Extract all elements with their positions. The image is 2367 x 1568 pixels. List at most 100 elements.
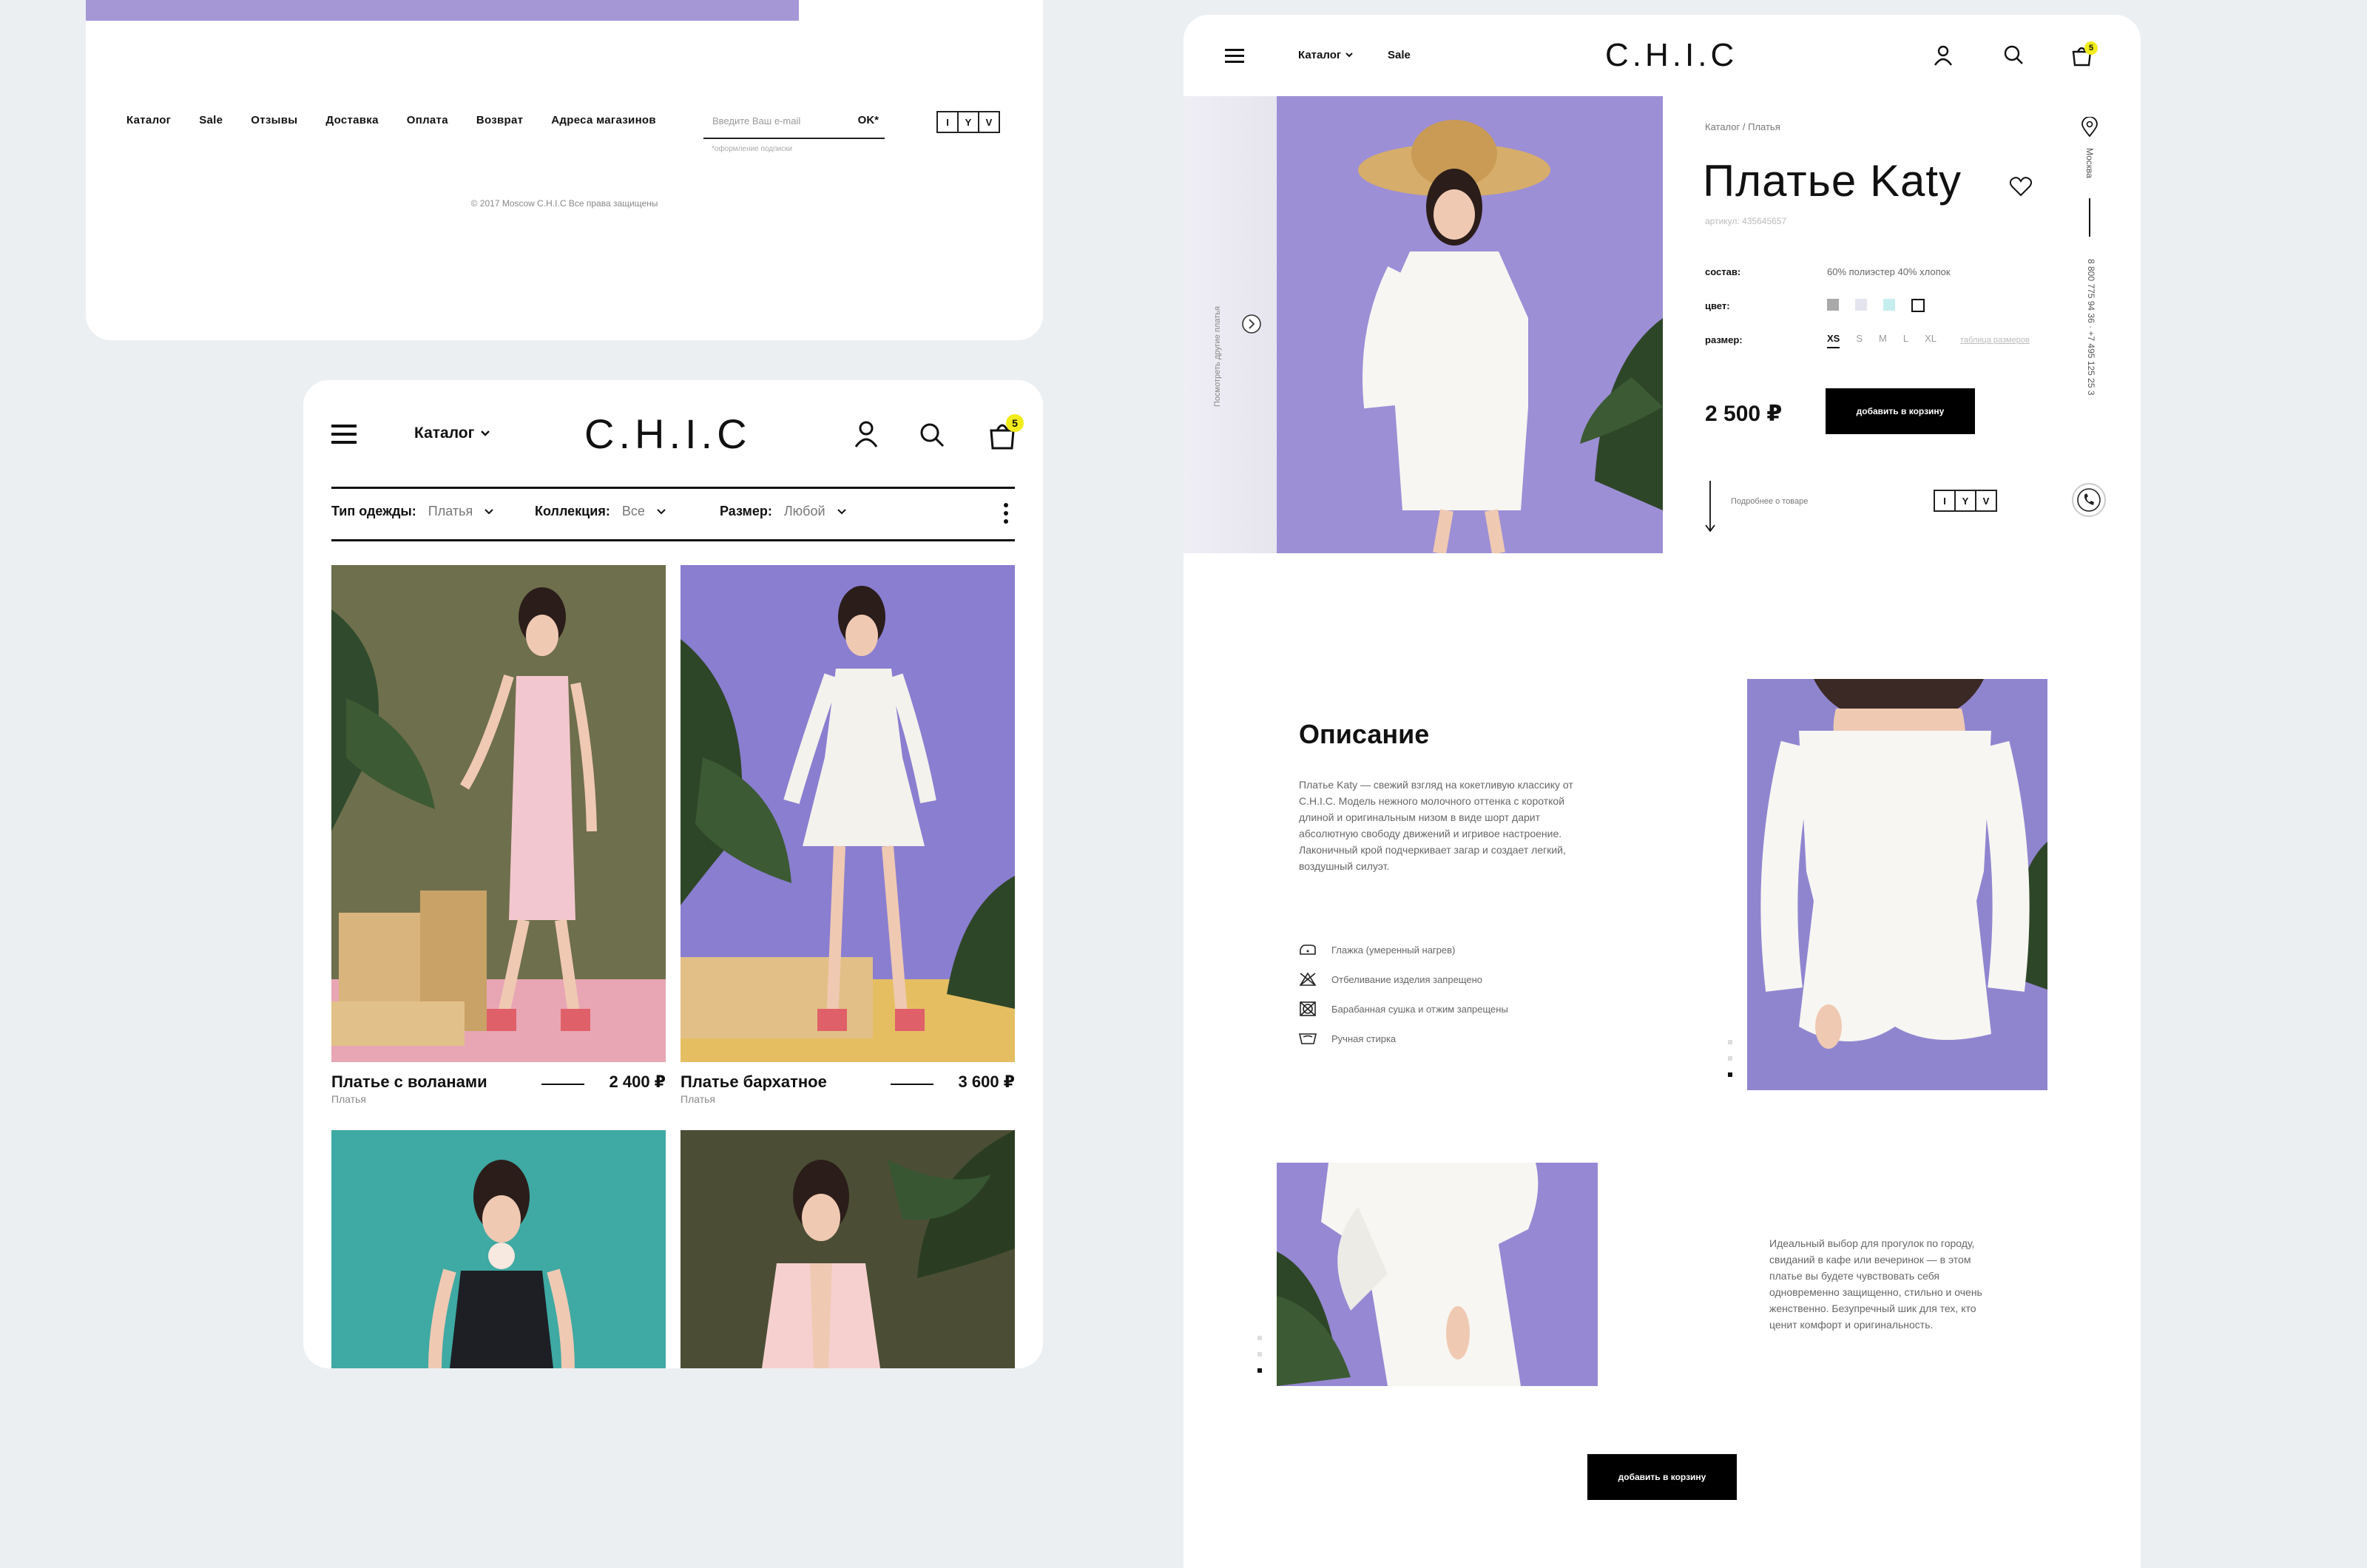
product-image[interactable] xyxy=(331,1130,666,1368)
composition-value: 60% полиэстер 40% хлопок xyxy=(1827,266,1951,277)
catalog-dropdown[interactable]: Каталог xyxy=(1298,49,1353,61)
carousel-dot[interactable] xyxy=(1728,1056,1732,1061)
size-options: XS S M L XL xyxy=(1827,333,1937,348)
iron-icon xyxy=(1299,944,1317,956)
carousel-dot[interactable] xyxy=(1257,1352,1262,1356)
carousel-dot-active[interactable] xyxy=(1257,1368,1262,1373)
logo[interactable]: C.H.I.C xyxy=(584,410,752,458)
product-page-card: Каталог Sale C.H.I.C 5 Посмотреть другие… xyxy=(1184,15,2141,1568)
footer-nav-catalog[interactable]: Каталог xyxy=(126,114,171,126)
lang-option[interactable]: I xyxy=(938,112,959,132)
logo[interactable]: C.H.I.C xyxy=(1605,37,1738,74)
hamburger-menu-icon[interactable] xyxy=(1225,49,1244,64)
favorite-heart-icon[interactable] xyxy=(2009,176,2033,197)
phone-call-icon[interactable] xyxy=(2071,482,2107,518)
phone-numbers[interactable]: 8 800 775 94 36 · +7 495 125 25 3 xyxy=(2086,259,2096,396)
product-price: 3 600 ₽ xyxy=(958,1072,1015,1091)
rail-divider xyxy=(2089,198,2090,237)
nav-sale[interactable]: Sale xyxy=(1388,49,1411,61)
product-photo-illustration xyxy=(762,1130,1015,1368)
search-icon[interactable] xyxy=(2003,44,2024,65)
language-switcher[interactable]: I Y V xyxy=(1934,490,1997,512)
detail-image[interactable] xyxy=(1747,679,2047,1090)
product-title: Платье Katy xyxy=(1703,156,1962,206)
more-options-icon[interactable] xyxy=(1003,502,1009,524)
size-table-link[interactable]: таблица размеров xyxy=(1960,336,2030,345)
filter-size[interactable]: Размер: Любой xyxy=(720,504,846,519)
carousel-dots xyxy=(1257,1336,1262,1373)
color-swatch[interactable] xyxy=(1911,299,1925,312)
size-option[interactable]: S xyxy=(1856,333,1863,348)
more-info-link[interactable]: Подробнее о товаре xyxy=(1731,497,1808,506)
lang-option[interactable]: Y xyxy=(959,112,979,132)
product-photo-illustration xyxy=(1760,679,2047,1049)
product-photo-illustration xyxy=(428,1160,575,1368)
color-swatch[interactable] xyxy=(1883,299,1895,311)
bottom-add-to-cart-button[interactable]: добавить в корзину xyxy=(1587,1454,1737,1500)
lang-option[interactable]: Y xyxy=(1956,491,1976,510)
filter-collection[interactable]: Коллекция: Все xyxy=(535,504,666,519)
footer-nav: Каталог Sale Отзывы Доставка Оплата Возв… xyxy=(126,114,656,126)
filter-label: Размер: xyxy=(720,504,772,518)
footer-nav-delivery[interactable]: Доставка xyxy=(325,114,378,126)
hand-wash-icon xyxy=(1299,1032,1317,1045)
description-text: Платье Katy — свежий взгляд на кокетливу… xyxy=(1299,779,1573,872)
care-text: Отбеливание изделия запрещено xyxy=(1331,973,1482,985)
city-label[interactable]: Москва xyxy=(2084,148,2095,178)
lang-option[interactable]: V xyxy=(1976,491,1996,510)
carousel-dot[interactable] xyxy=(1257,1336,1262,1340)
user-icon[interactable] xyxy=(854,420,879,448)
filter-label: Тип одежды: xyxy=(331,504,416,518)
nav-catalog: Каталог xyxy=(1298,49,1342,61)
footer-nav-reviews[interactable]: Отзывы xyxy=(251,114,297,126)
footer-nav-return[interactable]: Возврат xyxy=(476,114,523,126)
carousel-dots xyxy=(1728,1040,1732,1077)
catalog-dropdown[interactable]: Каталог xyxy=(414,425,490,442)
chevron-down-icon xyxy=(657,508,666,515)
color-swatch[interactable] xyxy=(1827,299,1839,311)
language-switcher[interactable]: I Y V xyxy=(936,111,1000,133)
circle-arrow-right-icon[interactable] xyxy=(1241,314,1262,334)
hamburger-menu-icon[interactable] xyxy=(331,425,357,444)
carousel-dot[interactable] xyxy=(1728,1040,1732,1044)
description-title: Описание xyxy=(1299,719,1430,749)
gallery-prev-strip[interactable]: Посмотреть другие платья xyxy=(1184,96,1277,553)
footer-nav-stores[interactable]: Адреса магазинов xyxy=(551,114,656,126)
care-text: Ручная стирка xyxy=(1331,1033,1397,1044)
location-pin-icon[interactable] xyxy=(2081,117,2098,138)
footer-nav-sale[interactable]: Sale xyxy=(199,114,223,126)
size-option[interactable]: M xyxy=(1879,333,1887,348)
filter-clothing-type[interactable]: Тип одежды: Платья xyxy=(331,504,493,519)
product-image[interactable] xyxy=(681,1130,1015,1368)
product-name[interactable]: Платье с воланами xyxy=(331,1072,487,1092)
filter-value: Любой xyxy=(783,504,825,518)
price-divider xyxy=(891,1084,933,1085)
lang-option[interactable]: V xyxy=(979,112,999,132)
footer-nav-payment[interactable]: Оплата xyxy=(407,114,448,126)
product-image[interactable] xyxy=(681,565,1015,1062)
no-tumble-dry-icon xyxy=(1299,1001,1317,1017)
carousel-dot-active[interactable] xyxy=(1728,1072,1732,1077)
email-placeholder: Введите Ваш e-mail xyxy=(712,115,801,126)
composition-label: состав: xyxy=(1705,266,1741,277)
detail-image[interactable] xyxy=(1277,1163,1598,1386)
product-image[interactable] xyxy=(331,565,666,1062)
product-name[interactable]: Платье бархатное xyxy=(681,1072,827,1092)
arrow-down-long-icon[interactable] xyxy=(1704,481,1716,534)
lang-option[interactable]: I xyxy=(1935,491,1956,510)
email-field[interactable]: Введите Ваш e-mail OK* xyxy=(703,111,885,139)
search-icon[interactable] xyxy=(919,422,945,448)
care-item: Барабанная сушка и отжим запрещены xyxy=(1299,994,1508,1024)
user-icon[interactable] xyxy=(1934,44,1953,67)
breadcrumb[interactable]: Каталог / Платья xyxy=(1705,121,1780,132)
color-swatch[interactable] xyxy=(1855,299,1867,311)
add-to-cart-button[interactable]: добавить в корзину xyxy=(1826,388,1975,434)
product-category: Платья xyxy=(681,1093,715,1105)
size-option[interactable]: L xyxy=(1903,333,1908,348)
other-dresses-caption: Посмотреть другие платья xyxy=(1213,306,1222,407)
size-option[interactable]: XL xyxy=(1925,333,1937,348)
size-option-selected[interactable]: XS xyxy=(1827,333,1840,348)
main-product-image[interactable] xyxy=(1277,96,1663,553)
size-label: размер: xyxy=(1705,334,1743,345)
subscribe-ok-button[interactable]: OK* xyxy=(858,114,879,126)
